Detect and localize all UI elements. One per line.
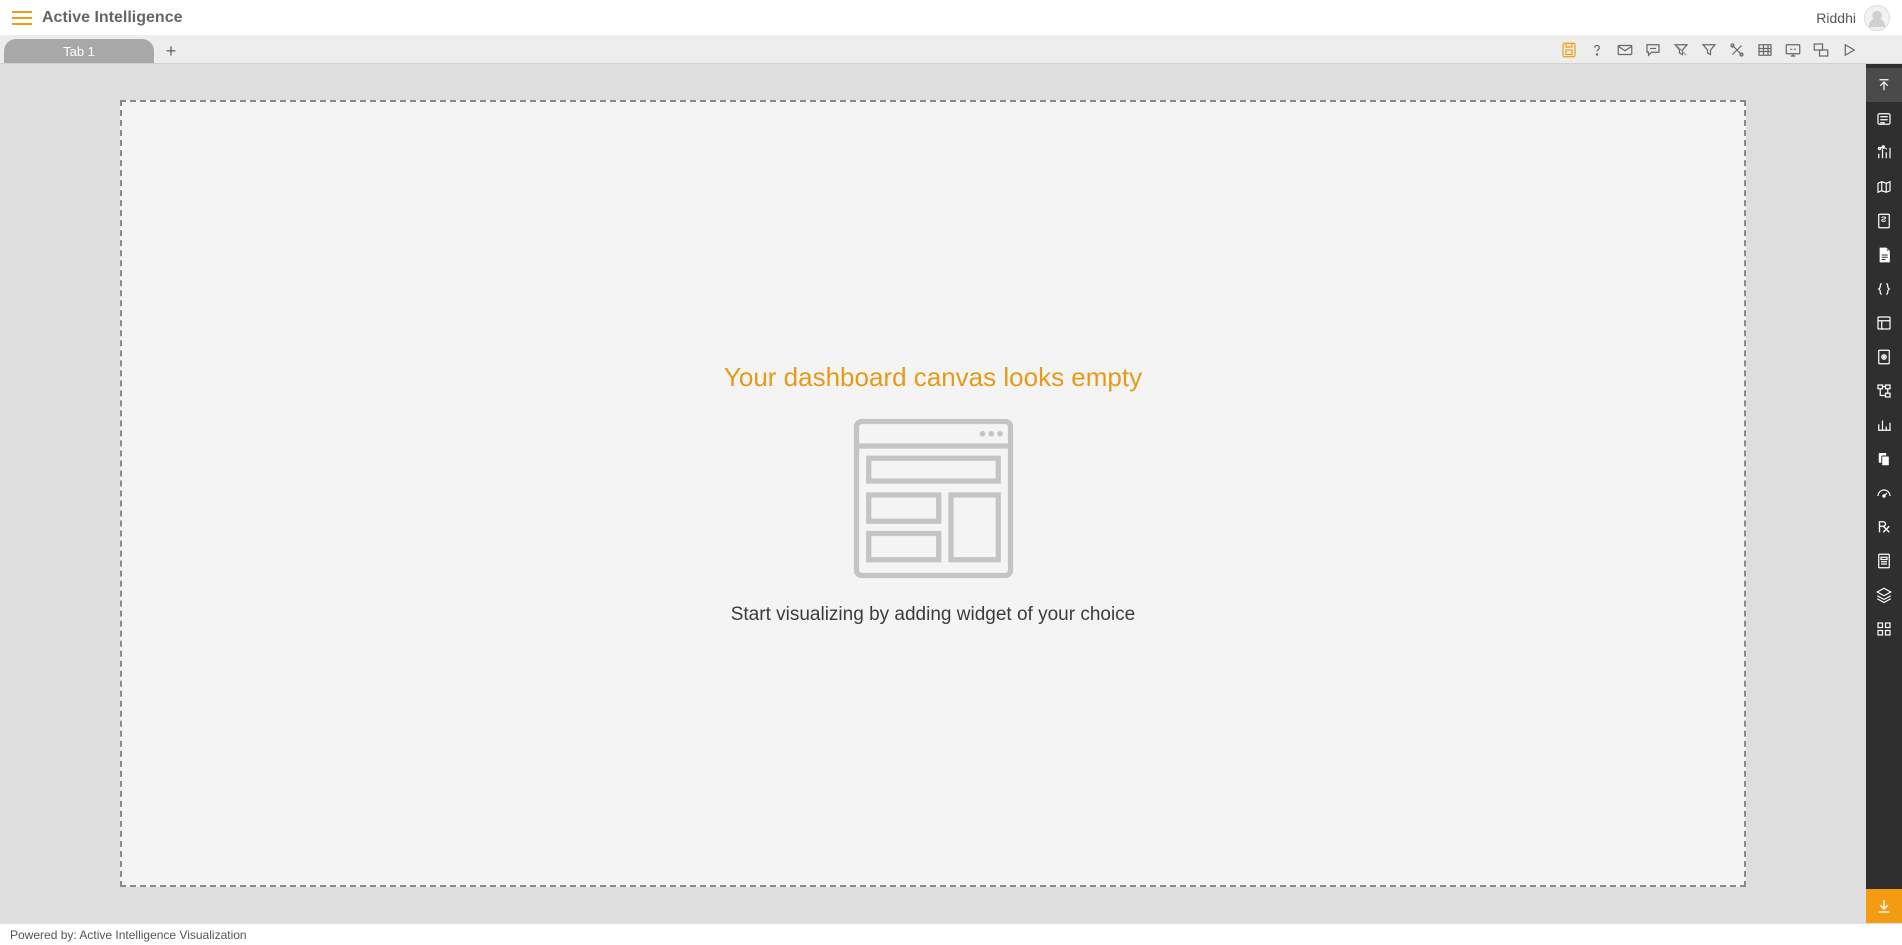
document-widget-icon[interactable] xyxy=(1866,238,1902,272)
filter-cancel-icon[interactable] xyxy=(1670,39,1692,61)
tab-1[interactable]: Tab 1 xyxy=(4,39,154,63)
toolbar xyxy=(1558,39,1902,63)
map-widget-icon[interactable] xyxy=(1866,170,1902,204)
play-icon[interactable] xyxy=(1838,39,1860,61)
tabstrip: Tab 1 + xyxy=(0,36,1902,64)
app-title: Active Intelligence xyxy=(42,9,183,27)
copy-widget-icon[interactable] xyxy=(1866,442,1902,476)
download-icon[interactable] xyxy=(1866,889,1902,923)
card-widget-icon[interactable] xyxy=(1866,306,1902,340)
user-area[interactable]: Riddhi xyxy=(1816,5,1890,31)
gauge-widget-icon[interactable] xyxy=(1866,476,1902,510)
menu-icon[interactable] xyxy=(12,11,32,25)
code-widget-icon[interactable] xyxy=(1866,272,1902,306)
hierarchy-widget-icon[interactable] xyxy=(1866,374,1902,408)
chart-widget-icon[interactable] xyxy=(1866,136,1902,170)
footer-text: Powered by: Active Intelligence Visualiz… xyxy=(10,928,247,942)
formula-widget-icon[interactable] xyxy=(1866,204,1902,238)
dashboard-canvas[interactable]: Your dashboard canvas looks empty Start … xyxy=(120,100,1746,887)
comment-icon[interactable] xyxy=(1642,39,1664,61)
form-widget-icon[interactable] xyxy=(1866,102,1902,136)
apps-widget-icon[interactable] xyxy=(1866,612,1902,646)
mail-icon[interactable] xyxy=(1614,39,1636,61)
canvas-wrap: Your dashboard canvas looks empty Start … xyxy=(0,64,1866,923)
report-widget-icon[interactable] xyxy=(1866,544,1902,578)
app-header: Active Intelligence Riddhi xyxy=(0,0,1902,36)
grid-icon[interactable] xyxy=(1754,39,1776,61)
empty-dashboard-icon xyxy=(846,411,1021,586)
bar-widget-icon[interactable] xyxy=(1866,408,1902,442)
layers-widget-icon[interactable] xyxy=(1866,578,1902,612)
screen-icon[interactable] xyxy=(1782,39,1804,61)
layout-icon[interactable] xyxy=(1810,39,1832,61)
add-tab-button[interactable]: + xyxy=(158,39,184,63)
rx-widget-icon[interactable] xyxy=(1866,510,1902,544)
canvas-empty-title: Your dashboard canvas looks empty xyxy=(724,362,1142,393)
footer: Powered by: Active Intelligence Visualiz… xyxy=(0,923,1902,945)
save-icon[interactable] xyxy=(1558,39,1580,61)
plus-icon: + xyxy=(166,41,177,62)
tab-label: Tab 1 xyxy=(63,44,95,59)
avatar[interactable] xyxy=(1864,5,1890,31)
collapse-panel-icon[interactable] xyxy=(1866,68,1902,102)
canvas-empty-subtitle: Start visualizing by adding widget of yo… xyxy=(731,604,1136,626)
tools-icon[interactable] xyxy=(1726,39,1748,61)
user-name: Riddhi xyxy=(1816,10,1856,26)
help-icon[interactable] xyxy=(1586,39,1608,61)
filter-icon[interactable] xyxy=(1698,39,1720,61)
main-area: Your dashboard canvas looks empty Start … xyxy=(0,64,1902,923)
media-widget-icon[interactable] xyxy=(1866,340,1902,374)
widget-rail xyxy=(1866,64,1902,923)
